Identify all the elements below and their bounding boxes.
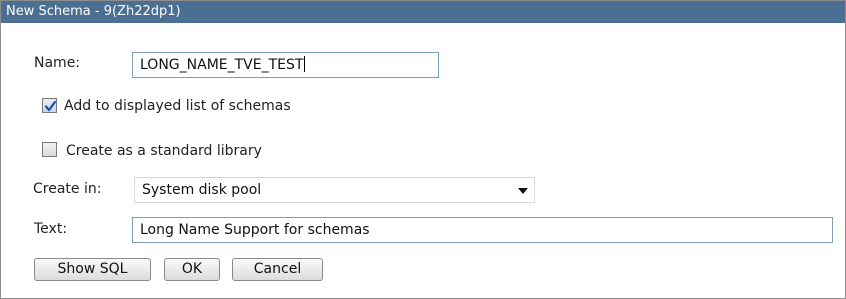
- text-label: Text:: [34, 221, 68, 237]
- create-in-select[interactable]: System disk pool: [134, 177, 535, 203]
- text-input-value: Long Name Support for schemas: [140, 222, 370, 238]
- add-to-list-checkbox[interactable]: [42, 98, 57, 113]
- new-schema-dialog: New Schema - 9(Zh22dp1) Name: LONG_NAME_…: [0, 0, 846, 299]
- window-title: New Schema - 9(Zh22dp1): [1, 1, 845, 23]
- cancel-button[interactable]: Cancel: [232, 258, 323, 281]
- ok-button[interactable]: OK: [164, 258, 220, 281]
- create-in-value: System disk pool: [142, 182, 262, 198]
- standard-library-checkbox[interactable]: [42, 142, 57, 157]
- standard-library-label[interactable]: Create as a standard library: [66, 143, 262, 159]
- chevron-down-icon[interactable]: [518, 188, 528, 194]
- checkmark-icon: [44, 100, 57, 112]
- name-label: Name:: [34, 55, 81, 71]
- text-input[interactable]: Long Name Support for schemas: [132, 217, 833, 243]
- name-input[interactable]: LONG_NAME_TVE_TEST: [132, 52, 439, 78]
- name-input-value: LONG_NAME_TVE_TEST: [140, 57, 304, 73]
- show-sql-button[interactable]: Show SQL: [34, 258, 151, 281]
- create-in-label: Create in:: [33, 181, 102, 197]
- add-to-list-label[interactable]: Add to displayed list of schemas: [64, 98, 291, 114]
- text-caret: [304, 56, 306, 72]
